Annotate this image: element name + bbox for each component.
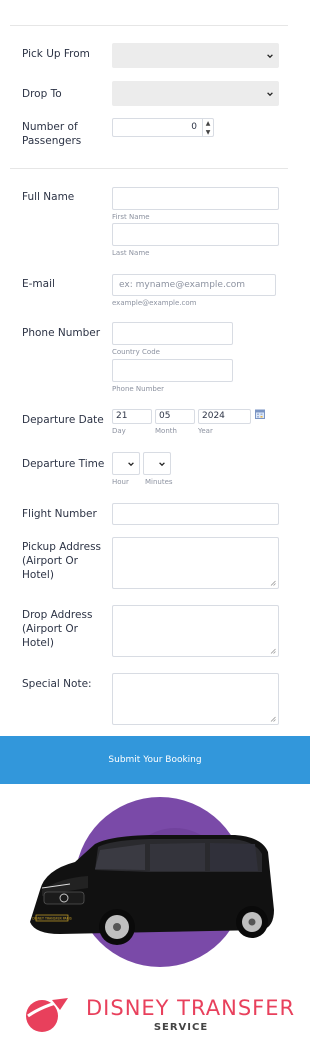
resize-handle-icon[interactable] [270,580,276,586]
year-sublabel: Year [198,427,213,435]
van-image: DISNEY TRANSFER PARIS [30,797,274,967]
drop-to-label: Drop To [22,88,62,100]
country-code-sublabel: Country Code [112,348,160,356]
chevron-down-icon [267,91,273,96]
flight-number-input[interactable] [112,503,279,525]
passengers-value: 0 [191,122,197,132]
chevron-down-icon [128,461,134,466]
date-month-input[interactable]: 05 [155,409,195,424]
passengers-stepper[interactable]: 0 ▲ ▼ [112,118,214,137]
drop-to-select[interactable] [112,81,279,106]
email-field[interactable]: ex: myname@example.com [112,274,276,296]
full-name-label: Full Name [22,191,75,203]
booking-page: Pick Up From Drop To Number of Passenger… [0,0,310,1049]
resize-handle-icon[interactable] [270,648,276,654]
date-year-input[interactable]: 2024 [198,409,251,424]
email-placeholder: ex: myname@example.com [119,280,246,290]
special-note-label: Special Note: [22,678,92,690]
submit-booking-button[interactable]: Submit Your Booking [0,736,310,784]
license-plate: DISNEY TRANSFER PARIS [32,917,72,921]
first-name-sublabel: First Name [112,213,150,221]
special-note-textarea[interactable] [112,673,279,725]
email-sublabel: example@example.com [112,299,197,307]
hour-select[interactable] [112,452,140,475]
date-year-value: 2024 [202,411,225,421]
date-day-value: 21 [116,411,128,421]
divider [10,25,288,26]
date-month-value: 05 [159,411,171,421]
departure-date-label: Departure Date [22,414,104,426]
chevron-down-icon [159,461,165,466]
first-name-input[interactable] [112,187,279,210]
passengers-label: Number of Passengers [22,121,82,147]
brand-subtitle: SERVICE [153,1022,209,1033]
calendar-icon[interactable] [255,409,265,419]
month-sublabel: Month [155,427,177,435]
pickup-from-select[interactable] [112,43,279,68]
departure-time-label: Departure Time [22,458,105,470]
last-name-input[interactable] [112,223,279,246]
country-code-input[interactable] [112,322,233,345]
pickup-address-textarea[interactable] [112,537,279,589]
phone-label: Phone Number [22,327,101,339]
hour-sublabel: Hour [112,478,129,486]
chevron-down-icon [267,53,273,58]
paper-plane-logo-icon [26,998,68,1032]
minutes-select[interactable] [143,452,171,475]
phone-number-input[interactable] [112,359,233,382]
email-label: E-mail [22,278,55,290]
pickup-address-label: Pickup Address (Airport Or Hotel) [22,541,102,581]
pickup-from-label: Pick Up From [22,48,90,60]
date-day-input[interactable]: 21 [112,409,152,424]
flight-number-label: Flight Number [22,508,97,520]
drop-address-label: Drop Address (Airport Or Hotel) [22,609,93,649]
drop-address-textarea[interactable] [112,605,279,657]
resize-handle-icon[interactable] [270,716,276,722]
minutes-sublabel: Minutes [145,478,173,486]
day-sublabel: Day [112,427,126,435]
divider [10,168,288,169]
phone-number-sublabel: Phone Number [112,385,165,393]
brand-name: DISNEY TRANSFER [86,996,296,1020]
spinner-arrows-icon[interactable]: ▲ ▼ [202,119,213,137]
last-name-sublabel: Last Name [112,249,150,257]
